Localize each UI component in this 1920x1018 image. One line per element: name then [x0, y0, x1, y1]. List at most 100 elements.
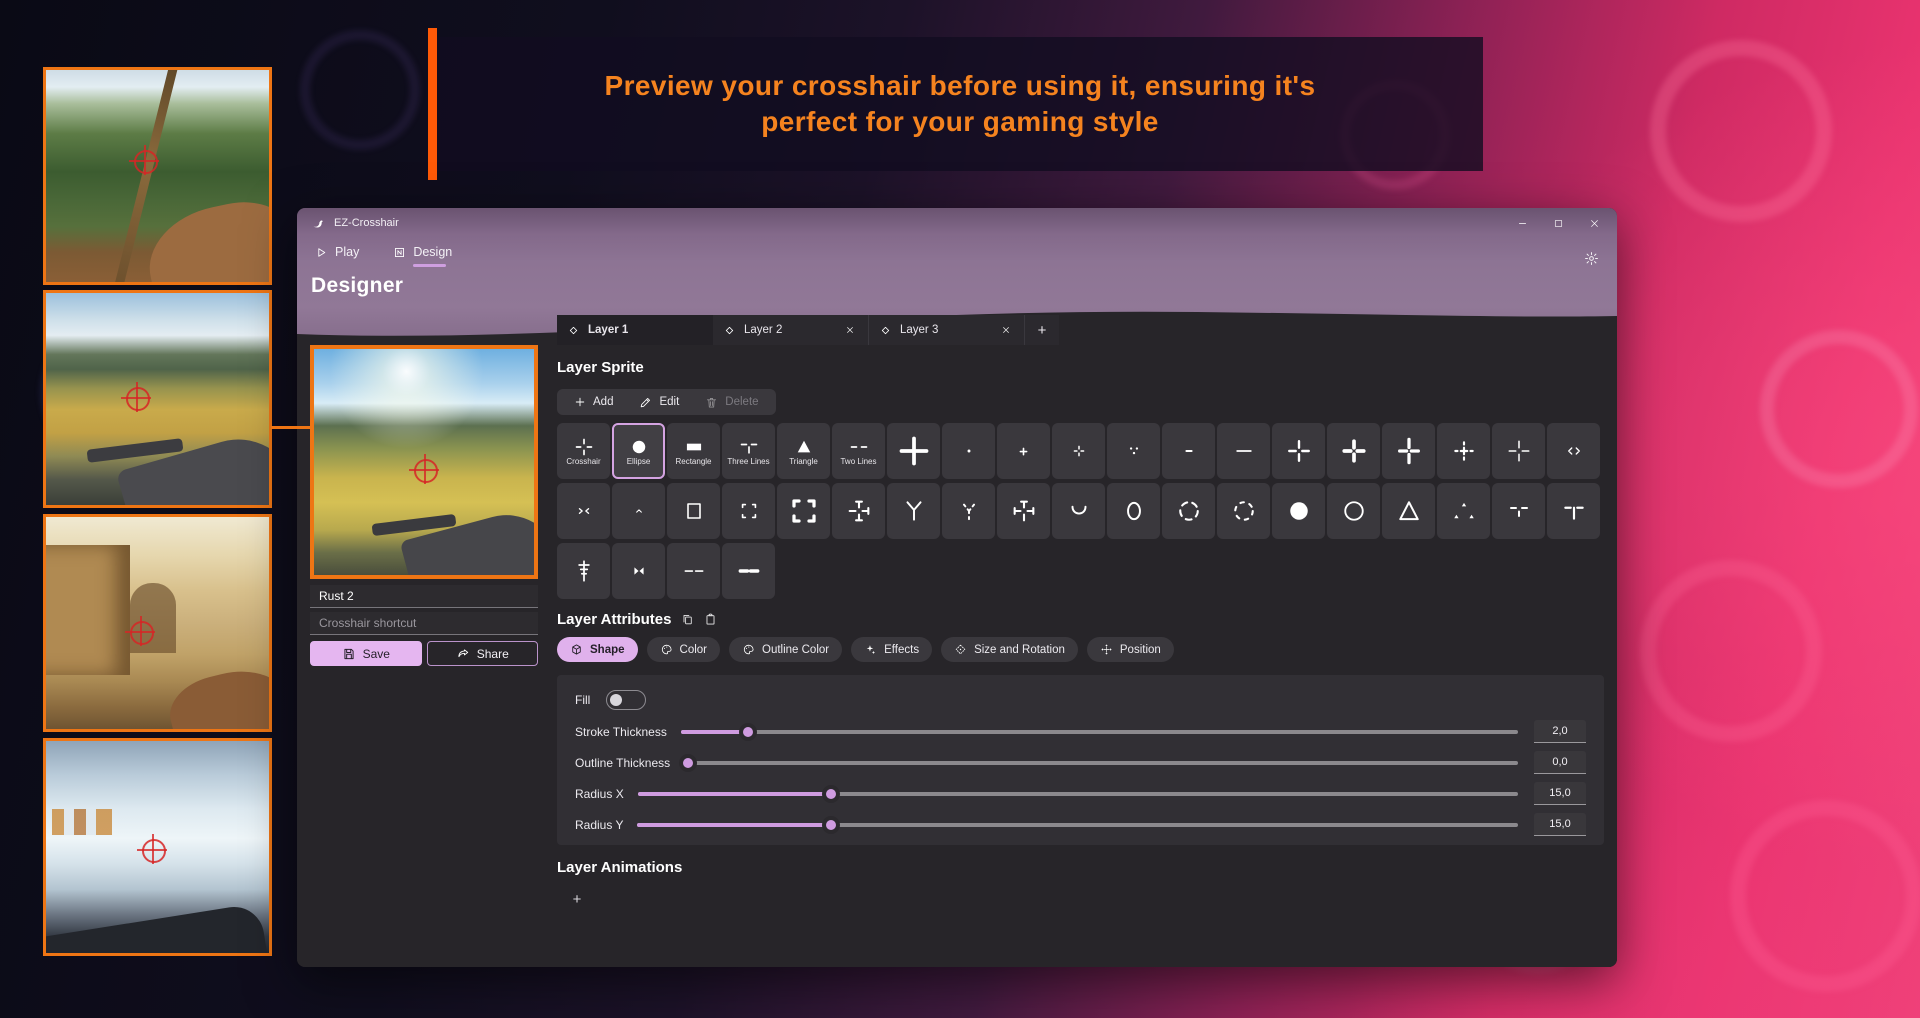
- shape-dash-long[interactable]: [1217, 423, 1270, 479]
- shape-triangle-corners[interactable]: [1437, 483, 1490, 539]
- settings-button[interactable]: [1579, 246, 1603, 270]
- shape-circle-dashed-2[interactable]: [1217, 483, 1270, 539]
- attr-tab-size-and-rotation[interactable]: Size and Rotation: [941, 637, 1078, 662]
- slider-track[interactable]: [681, 730, 1518, 734]
- shape-dashes-thin[interactable]: [667, 543, 720, 599]
- attr-tab-effects[interactable]: Effects: [851, 637, 932, 662]
- shape-cross-dotted[interactable]: [1437, 423, 1490, 479]
- cross-caps-2-icon: [1010, 497, 1038, 525]
- shape-cross-caps[interactable]: [832, 483, 885, 539]
- shape-y-stem[interactable]: [887, 483, 940, 539]
- add-sprite-button[interactable]: Add: [561, 389, 626, 415]
- slider-stroke-thickness: Stroke Thickness2,0: [575, 719, 1586, 744]
- slider-track[interactable]: [684, 761, 1518, 765]
- slider-thumb[interactable]: [822, 816, 840, 834]
- close-tab-icon[interactable]: [998, 322, 1014, 338]
- shape-y-dotted[interactable]: [942, 483, 995, 539]
- share-button[interactable]: Share: [427, 641, 539, 666]
- slider-thumb[interactable]: [679, 754, 697, 772]
- save-button[interactable]: Save: [310, 641, 422, 666]
- corners-small-icon: [738, 500, 760, 522]
- layer-tab-3[interactable]: Layer 3: [869, 315, 1025, 345]
- paste-icon[interactable]: [704, 613, 717, 626]
- three-lines-icon: [739, 437, 759, 457]
- shape-plus-bold[interactable]: [887, 423, 940, 479]
- layer-tab-label: Layer 1: [588, 324, 703, 336]
- shape-circle-dashed[interactable]: [1162, 483, 1215, 539]
- slider-thumb[interactable]: [822, 785, 840, 803]
- shape-ellipse[interactable]: Ellipse: [612, 423, 665, 479]
- shape-cross-tiny[interactable]: [1052, 423, 1105, 479]
- game-screenshot-snow: [43, 738, 272, 956]
- nav-play[interactable]: Play: [311, 240, 363, 264]
- layer-diamond-icon: [723, 324, 736, 337]
- shape-square-outline[interactable]: [667, 483, 720, 539]
- resize-icon: [954, 643, 967, 656]
- shape-dashes-bold[interactable]: [722, 543, 775, 599]
- layer-tab-2[interactable]: Layer 2: [713, 315, 869, 345]
- shape-oval-outline[interactable]: [1107, 483, 1160, 539]
- close-tab-icon[interactable]: [842, 322, 858, 338]
- shape-angle-brackets[interactable]: [1547, 423, 1600, 479]
- banner-line-2: perfect for your gaming style: [761, 106, 1158, 137]
- share-label: Share: [477, 647, 509, 661]
- cross-dotted-icon: [1451, 438, 1477, 464]
- shape-crosshair[interactable]: Crosshair: [557, 423, 610, 479]
- shape-arc-up[interactable]: [1052, 483, 1105, 539]
- circle-dashed-icon: [1175, 497, 1203, 525]
- shape-cross-gap-bold[interactable]: [1327, 423, 1380, 479]
- shape-circle-filled[interactable]: [1272, 483, 1325, 539]
- shape-rectangle[interactable]: Rectangle: [667, 423, 720, 479]
- shape-circle-outline[interactable]: [1327, 483, 1380, 539]
- shape-caret[interactable]: [612, 483, 665, 539]
- sprite-row-1: CrosshairEllipseRectangleThree LinesTria…: [557, 423, 1600, 479]
- shape-two-lines[interactable]: Two Lines: [832, 423, 885, 479]
- fill-toggle[interactable]: [606, 690, 646, 710]
- shape-plus-small[interactable]: [997, 423, 1050, 479]
- slider-value[interactable]: 0,0: [1534, 751, 1586, 774]
- shape-corners-small[interactable]: [722, 483, 775, 539]
- shape-t-dashes[interactable]: [1492, 483, 1545, 539]
- copy-icon[interactable]: [681, 613, 694, 626]
- shape-three-lines[interactable]: Three Lines: [722, 423, 775, 479]
- triangle-icon: [794, 437, 814, 457]
- new-layer-tab-button[interactable]: +: [1025, 315, 1059, 345]
- shape-triangle[interactable]: Triangle: [777, 423, 830, 479]
- shape-triangles-facing[interactable]: [612, 543, 665, 599]
- close-button[interactable]: [1579, 211, 1609, 235]
- nav-play-label: Play: [335, 245, 359, 259]
- shape-cross-gap[interactable]: [1272, 423, 1325, 479]
- crosshair-name-input[interactable]: [310, 585, 538, 608]
- shape-cross-caps-2[interactable]: [997, 483, 1050, 539]
- maximize-button[interactable]: [1543, 211, 1573, 235]
- shape-scope-ladder[interactable]: [557, 543, 610, 599]
- crosshair-shortcut-input[interactable]: [310, 612, 538, 635]
- shape-cross-gap-tall[interactable]: [1382, 423, 1435, 479]
- slider-track[interactable]: [638, 792, 1518, 796]
- layer-tab-1[interactable]: Layer 1: [557, 315, 713, 345]
- attr-tab-outline-color[interactable]: Outline Color: [729, 637, 842, 662]
- slider-value[interactable]: 15,0: [1534, 813, 1586, 836]
- shape-triangle-outline[interactable]: [1382, 483, 1435, 539]
- shape-t-line[interactable]: [1547, 483, 1600, 539]
- edit-sprite-button[interactable]: Edit: [626, 389, 692, 415]
- slider-value[interactable]: 15,0: [1534, 782, 1586, 805]
- shape-corners-large[interactable]: [777, 483, 830, 539]
- attr-tab-position[interactable]: Position: [1087, 637, 1174, 662]
- attr-tab-shape[interactable]: Shape: [557, 637, 638, 662]
- slider-value[interactable]: 2,0: [1534, 720, 1586, 743]
- shape-dot[interactable]: [942, 423, 995, 479]
- shape-dots-three[interactable]: [1107, 423, 1160, 479]
- rifle-silhouette: [43, 903, 270, 956]
- nav-design[interactable]: Design: [389, 240, 456, 264]
- shape-chevrons-in[interactable]: [557, 483, 610, 539]
- add-animation-button[interactable]: +: [567, 889, 587, 909]
- shape-cross-gap-thin[interactable]: [1492, 423, 1545, 479]
- slider-thumb[interactable]: [739, 723, 757, 741]
- attr-tab-color[interactable]: Color: [647, 637, 720, 662]
- shape-dash-short[interactable]: [1162, 423, 1215, 479]
- slider-track[interactable]: [637, 823, 1518, 827]
- minimize-button[interactable]: [1507, 211, 1537, 235]
- sprite-row-2: [557, 483, 1600, 539]
- nav-design-label: Design: [413, 245, 452, 259]
